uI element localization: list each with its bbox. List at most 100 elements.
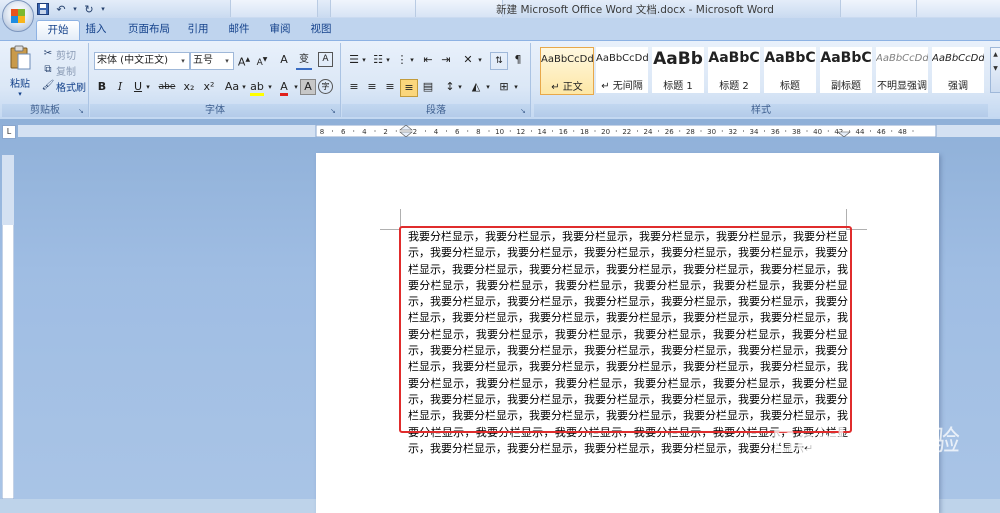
format-painter-button[interactable]: 🖌 格式刷 [40, 78, 86, 94]
tab-selector[interactable]: L [2, 125, 16, 139]
style-sample: AaBbC [820, 50, 872, 66]
align-left-icon[interactable]: ≡ [346, 79, 362, 95]
tab-insert[interactable]: 插入 [80, 20, 112, 40]
enclose-char-button[interactable]: 字 [318, 79, 333, 94]
cut-button[interactable]: ✂ 剪切 [40, 46, 76, 62]
font-size-dropdown-icon[interactable]: ▾ [222, 53, 232, 69]
ruler-tick-label: 30 [707, 128, 716, 136]
tab-references[interactable]: 引用 [182, 20, 214, 40]
paste-dropdown-icon: ▾ [18, 90, 22, 98]
clipboard-group-label: 剪贴板 [2, 104, 88, 117]
styles-scroll-up-icon[interactable]: ▲ [991, 48, 1000, 62]
chinese-layout-dropdown-icon[interactable]: ▾ [476, 52, 484, 68]
clipboard-launcher-icon[interactable]: ↘ [78, 107, 86, 115]
tab-mailings[interactable]: 邮件 [223, 20, 255, 40]
highlight-button[interactable]: ab [248, 79, 266, 96]
numbering-dropdown-icon[interactable]: ▾ [384, 52, 392, 68]
tab-home[interactable]: 开始 [36, 20, 80, 41]
customize-qat-icon[interactable]: ▾ [100, 2, 106, 16]
tab-view[interactable]: 视图 [305, 20, 337, 40]
font-color-button[interactable]: A [276, 79, 292, 96]
style-name: ↵ 正文 [551, 82, 583, 93]
paw-icon [873, 423, 901, 454]
styles-group: AaBbCcDd ↵ 正文 AaBbCcDd ↵ 无间隔 AaBb 标题 1 A… [534, 43, 988, 117]
sort-icon[interactable]: ⇅ [490, 52, 508, 70]
vertical-ruler[interactable] [2, 155, 14, 499]
paragraph-group-label: 段落 [342, 104, 530, 117]
font-color-dropdown-icon[interactable]: ▾ [292, 79, 300, 95]
office-button[interactable] [2, 0, 34, 32]
style-name: ↵ 无间隔 [601, 81, 643, 92]
style-name: 标题 2 [719, 81, 749, 92]
bullets-dropdown-icon[interactable]: ▾ [360, 52, 368, 68]
highlight-dropdown-icon[interactable]: ▾ [266, 79, 274, 95]
style-heading-2[interactable]: AaBbC 标题 2 [708, 47, 760, 93]
style-subtitle[interactable]: AaBbC 副标题 [820, 47, 872, 93]
chinese-layout-icon[interactable]: ✕ [460, 52, 476, 68]
style-subtle-emphasis[interactable]: AaBbCcDd 不明显强调 [876, 47, 928, 93]
style-emphasis[interactable]: AaBbCcDd 强调 [932, 47, 984, 93]
subscript-button[interactable]: x₂ [180, 79, 198, 95]
italic-button[interactable]: I [112, 79, 128, 95]
borders-icon[interactable]: ⊞ [496, 79, 512, 95]
redo-icon[interactable]: ↻ [82, 2, 96, 16]
bold-button[interactable]: B [94, 79, 110, 95]
save-icon[interactable] [36, 2, 50, 16]
paste-button[interactable]: 粘贴 ▾ [6, 45, 34, 101]
borders-dropdown-icon[interactable]: ▾ [512, 79, 520, 95]
ruler-tick-label: 18 [580, 128, 589, 136]
ruler-tick-label: 36 [771, 128, 780, 136]
strikethrough-button[interactable]: abe [156, 79, 178, 95]
styles-group-label: 样式 [534, 104, 988, 117]
style-title[interactable]: AaBbC 标题 [764, 47, 816, 93]
styles-scroll-down-icon[interactable]: ▼ [991, 62, 1000, 76]
styles-scroll[interactable]: ▲ ▼ [990, 47, 1000, 93]
change-case-button[interactable]: Aa [222, 79, 242, 95]
shrink-font-button[interactable]: A▼ [254, 52, 270, 68]
char-border-button[interactable]: A [318, 52, 333, 67]
phonetic-guide-button[interactable]: 变 [296, 52, 312, 70]
increase-indent-icon[interactable]: ⇥ [438, 52, 454, 68]
style-heading-1[interactable]: AaBb 标题 1 [652, 47, 704, 93]
multilevel-dropdown-icon[interactable]: ▾ [408, 52, 416, 68]
char-shading-button[interactable]: A [300, 79, 316, 95]
line-spacing-dropdown-icon[interactable]: ▾ [456, 79, 464, 95]
copy-button[interactable]: ⧉ 复制 [40, 62, 76, 78]
undo-icon[interactable]: ↶ [54, 2, 68, 16]
show-marks-icon[interactable]: ¶ [510, 52, 526, 68]
ruler-tick-label: 8 [320, 128, 324, 136]
underline-dropdown-icon[interactable]: ▾ [144, 79, 152, 95]
copy-icon: ⧉ [44, 64, 52, 75]
justify-icon[interactable]: ≡ [400, 79, 418, 97]
style-normal[interactable]: AaBbCcDd ↵ 正文 [540, 47, 594, 95]
horizontal-ruler[interactable]: 8 6 4 2 2 4 6 8 10 12 14 16 18 20 22 24 26 28 30 32 34 36 38 40… [18, 125, 1000, 137]
grow-font-button[interactable]: A▲ [236, 52, 252, 69]
font-name-dropdown-icon[interactable]: ▾ [178, 53, 188, 69]
clear-format-button[interactable]: A [276, 52, 292, 68]
style-sample: AaBbCcDd [596, 53, 648, 64]
ruler-tick-label: 6 [455, 128, 460, 136]
font-size-combo[interactable]: 五号 ▾ [190, 52, 234, 70]
highlight-box [399, 226, 852, 433]
align-center-icon[interactable]: ≡ [364, 79, 380, 95]
superscript-button[interactable]: x² [200, 79, 218, 95]
style-sample: AaBb [653, 49, 703, 69]
font-size-value: 五号 [193, 55, 213, 66]
ruler-tick-label: 26 [665, 128, 674, 136]
style-name: 副标题 [831, 81, 861, 92]
shading-icon[interactable]: ◭ [468, 79, 484, 95]
font-name-combo[interactable]: 宋体 (中文正文) ▾ [94, 52, 190, 70]
change-case-dropdown-icon[interactable]: ▾ [240, 79, 248, 95]
font-group: 宋体 (中文正文) ▾ 五号 ▾ A▲ A▼ A 变 A B I U ▾ abe… [90, 43, 341, 117]
tab-review[interactable]: 审阅 [264, 20, 296, 40]
window-title: 新建 Microsoft Office Word 文档.docx - Micro… [496, 4, 774, 16]
font-launcher-icon[interactable]: ↘ [330, 107, 338, 115]
decrease-indent-icon[interactable]: ⇤ [420, 52, 436, 68]
tab-page-layout[interactable]: 页面布局 [122, 20, 176, 40]
shading-dropdown-icon[interactable]: ▾ [484, 79, 492, 95]
style-no-spacing[interactable]: AaBbCcDd ↵ 无间隔 [596, 47, 648, 93]
distribute-icon[interactable]: ▤ [420, 79, 436, 95]
paragraph-launcher-icon[interactable]: ↘ [520, 107, 528, 115]
align-right-icon[interactable]: ≡ [382, 79, 398, 95]
undo-dropdown-icon[interactable]: ▾ [72, 2, 78, 16]
